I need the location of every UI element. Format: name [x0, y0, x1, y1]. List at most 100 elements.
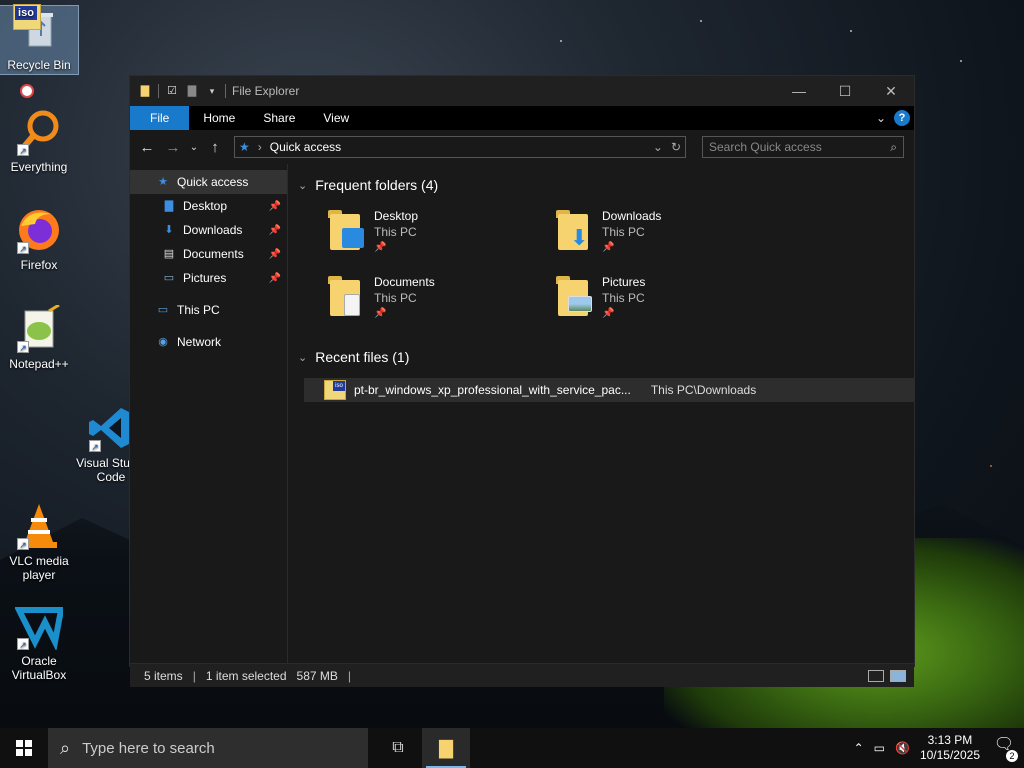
downloads-icon: ⬇: [164, 224, 174, 236]
tab-home[interactable]: Home: [189, 106, 249, 130]
new-folder-icon[interactable]: ▇: [185, 84, 199, 98]
close-button[interactable]: ✕: [868, 76, 914, 106]
pictures-folder-icon: [556, 274, 596, 318]
pin-icon: 📌: [374, 308, 387, 319]
content-pane: ⌄ Frequent folders (4) Desktop This PC 📌: [288, 164, 914, 663]
desktop-icon-recycle-bin[interactable]: iso Recycle Bin: [0, 4, 79, 75]
pin-icon: 📌: [268, 224, 281, 236]
nav-label: Documents: [183, 247, 244, 261]
volume-muted-icon[interactable]: 🔇: [895, 741, 910, 755]
refresh-icon[interactable]: ↻: [671, 140, 681, 154]
minimize-button[interactable]: —: [776, 76, 822, 106]
desktop-icon-firefox[interactable]: ↗ Firefox: [0, 206, 78, 272]
folder-tile-documents[interactable]: Documents This PC 📌: [328, 274, 556, 322]
vlc-icon: ↗: [15, 502, 63, 550]
folder-name: Downloads: [602, 209, 662, 223]
ribbon-tabs: File Home Share View ⌄ ?: [130, 106, 914, 130]
notification-dot-icon: [20, 84, 34, 98]
folder-tile-pictures[interactable]: Pictures This PC 📌: [556, 274, 784, 322]
folder-location: This PC: [602, 291, 645, 305]
show-hidden-icons-icon[interactable]: ⌃: [854, 741, 864, 755]
details-view-button[interactable]: [868, 669, 884, 682]
virtualbox-icon: ↗: [14, 602, 65, 652]
customize-toolbar-icon[interactable]: ▾: [205, 84, 219, 98]
navigation-pane: ★ Quick access ▇ Desktop 📌 ⬇ Downloads 📌…: [130, 164, 288, 663]
search-input[interactable]: Search Quick access: [709, 140, 822, 154]
forward-button[interactable]: →: [162, 139, 184, 156]
desktop-icon-label: Everything: [10, 160, 68, 174]
frequent-folders-header[interactable]: ⌄ Frequent folders (4): [298, 172, 914, 198]
recent-locations-button[interactable]: ⌄: [188, 142, 200, 153]
notification-center-button[interactable]: 🗨 2: [990, 736, 1018, 762]
nav-item-downloads[interactable]: ⬇ Downloads 📌: [130, 218, 287, 242]
nav-item-network[interactable]: ◉ Network: [130, 330, 287, 354]
downloads-folder-icon: ⬇: [556, 208, 596, 252]
nav-item-pictures[interactable]: ▭ Pictures 📌: [130, 266, 287, 290]
taskbar-file-explorer-button[interactable]: ▇: [422, 728, 470, 768]
taskbar-search-input[interactable]: Type here to search: [82, 740, 215, 757]
nav-item-quick-access[interactable]: ★ Quick access: [130, 170, 287, 194]
clock[interactable]: 3:13 PM 10/15/2025: [920, 733, 980, 763]
folder-tile-desktop[interactable]: Desktop This PC 📌: [328, 208, 556, 256]
pin-icon: 📌: [602, 242, 615, 253]
up-button[interactable]: ↑: [204, 139, 226, 156]
desktop-icon-virtualbox[interactable]: ↗ Oracle VirtualBox: [0, 602, 78, 682]
nav-item-this-pc[interactable]: ▭ This PC: [130, 298, 287, 322]
notepad-plus-plus-icon: ↗: [15, 303, 63, 353]
desktop-icon-label: Recycle Bin: [7, 58, 71, 72]
tab-file[interactable]: File: [130, 106, 190, 130]
file-explorer-window: ▇ ☑ ▇ ▾ File Explorer — ☐ ✕ File Home Sh…: [129, 75, 915, 687]
collapse-chevron-icon: ⌄: [298, 179, 308, 192]
desktop-icon-label: Oracle VirtualBox: [11, 654, 67, 682]
pin-icon: 📌: [268, 272, 281, 284]
group-title: Frequent folders (4): [315, 177, 439, 193]
desktop-icon-notepad-plus-plus[interactable]: ↗ Notepad++: [0, 303, 78, 371]
task-view-button[interactable]: ⧉: [374, 728, 422, 768]
firefox-icon: ↗: [15, 206, 63, 254]
folder-tile-downloads[interactable]: ⬇ Downloads This PC 📌: [556, 208, 784, 256]
documents-icon: ▤: [163, 248, 175, 260]
desktop-folder-icon: ▇: [164, 200, 174, 212]
large-icons-view-button[interactable]: [890, 669, 906, 682]
desktop-icon-label: VLC media player: [9, 554, 69, 582]
search-box[interactable]: Search Quick access ⌕: [702, 136, 904, 158]
pin-icon: 📌: [268, 200, 281, 212]
folder-icon[interactable]: ▇: [138, 84, 152, 98]
quick-access-star-icon: ★: [239, 140, 250, 154]
desktop-icon-vlc[interactable]: ↗ VLC media player: [0, 502, 78, 582]
folder-name: Documents: [374, 275, 435, 289]
expand-ribbon-icon[interactable]: ⌄: [876, 111, 886, 125]
recent-file-row[interactable]: iso pt-br_windows_xp_professional_with_s…: [304, 378, 914, 402]
taskbar: ⌕ Type here to search ⧉ ▇ ⌃ ▭ 🔇 3:13 PM …: [0, 728, 1024, 768]
properties-icon[interactable]: ☑: [165, 84, 179, 98]
desktop-icon-everything[interactable]: ↗ Everything: [0, 108, 78, 174]
clock-date: 10/15/2025: [919, 748, 980, 762]
tab-view[interactable]: View: [309, 106, 363, 130]
breadcrumb-quick-access[interactable]: Quick access: [270, 140, 341, 154]
group-title: Recent files (1): [315, 349, 410, 365]
pin-icon: 📌: [268, 248, 281, 260]
pin-icon: 📌: [374, 242, 387, 253]
recent-file-path: This PC\Downloads: [650, 383, 757, 397]
folder-location: This PC: [602, 225, 645, 239]
nav-item-documents[interactable]: ▤ Documents 📌: [130, 242, 287, 266]
nav-label: Pictures: [183, 271, 227, 285]
address-bar[interactable]: ★ › Quick access ⌄ ↻: [234, 136, 686, 158]
quick-access-toolbar: ▇ ☑ ▇ ▾: [138, 84, 226, 98]
address-dropdown-icon[interactable]: ⌄: [653, 140, 663, 154]
network-icon: ◉: [158, 336, 168, 348]
help-icon[interactable]: ?: [894, 110, 910, 126]
search-icon: ⌕: [890, 139, 897, 154]
nav-item-desktop[interactable]: ▇ Desktop 📌: [130, 194, 287, 218]
desktop-icon-label: Firefox: [20, 258, 58, 272]
start-button[interactable]: [0, 728, 48, 768]
tab-share[interactable]: Share: [249, 106, 309, 130]
selection-size: 587 MB: [296, 668, 338, 683]
address-bar-row: ← → ⌄ ↑ ★ › Quick access ⌄ ↻ Search Quic…: [130, 130, 914, 164]
back-button[interactable]: ←: [136, 139, 158, 156]
maximize-button[interactable]: ☐: [822, 76, 868, 106]
recent-files-header[interactable]: ⌄ Recent files (1): [298, 344, 914, 370]
everything-search-icon: ↗: [15, 108, 63, 156]
network-status-icon[interactable]: ▭: [874, 741, 885, 755]
taskbar-search-box[interactable]: ⌕ Type here to search: [48, 728, 368, 768]
